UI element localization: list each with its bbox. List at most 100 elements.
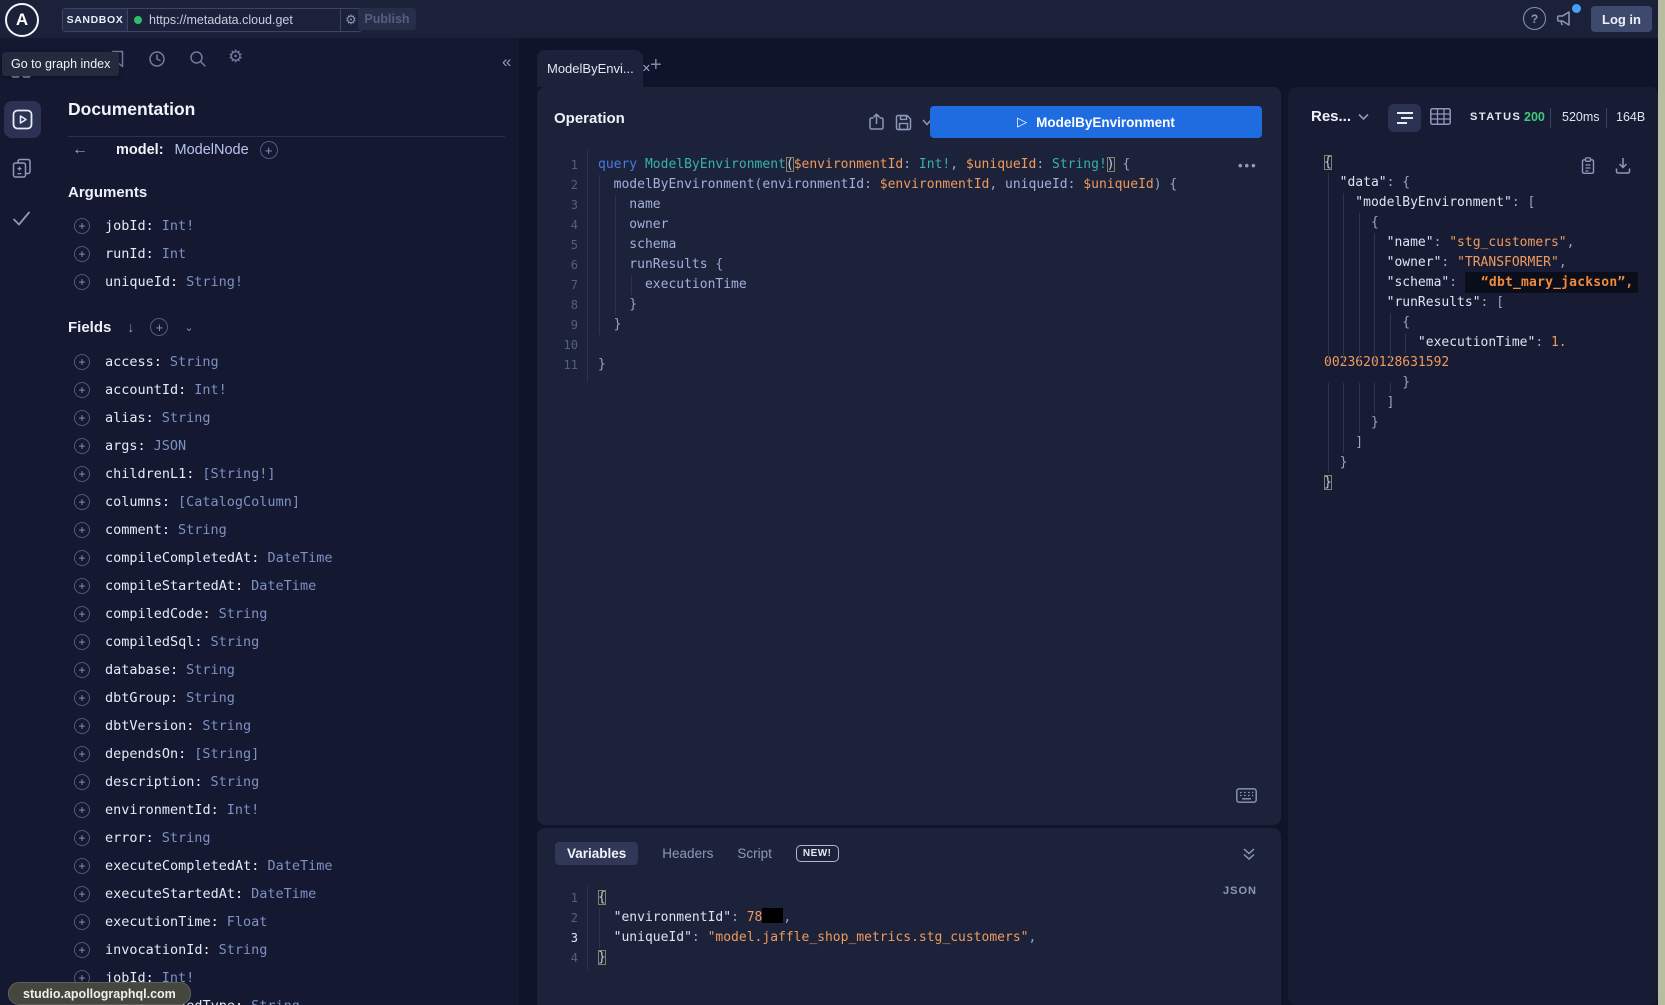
- field-name[interactable]: environmentId:: [105, 802, 219, 818]
- field-type[interactable]: Int!: [227, 802, 260, 818]
- add-field-icon[interactable]: +: [74, 494, 90, 510]
- field-name[interactable]: jobId:: [105, 218, 154, 234]
- add-field-icon[interactable]: +: [74, 218, 90, 234]
- field-name[interactable]: compileStartedAt:: [105, 578, 243, 594]
- field-name[interactable]: dbtVersion:: [105, 718, 194, 734]
- doc-field-row[interactable]: + executeStartedAt: DateTime: [74, 880, 332, 908]
- operation-tab-active[interactable]: ModelByEnvi... ✕: [537, 50, 643, 87]
- back-arrow-icon[interactable]: ←: [72, 141, 88, 159]
- run-operation-button[interactable]: ▷ ModelByEnvironment: [930, 106, 1262, 138]
- doc-field-row[interactable]: + compileCompletedAt: DateTime: [74, 544, 332, 572]
- announcements-button[interactable]: [1555, 9, 1575, 28]
- field-name[interactable]: compileCompletedAt:: [105, 550, 259, 566]
- login-button[interactable]: Log in: [1591, 6, 1652, 32]
- response-panel-title[interactable]: Res...: [1311, 108, 1351, 125]
- add-field-icon[interactable]: +: [74, 578, 90, 594]
- chevron-down-icon[interactable]: ⌄: [184, 321, 193, 334]
- collapse-sidebar-icon[interactable]: «: [502, 52, 511, 72]
- add-field-icon[interactable]: +: [74, 354, 90, 370]
- doc-field-row[interactable]: + accountId: Int!: [74, 376, 332, 404]
- add-field-icon[interactable]: +: [74, 522, 90, 538]
- operation-editor[interactable]: 1query ModelByEnvironment($environmentId…: [540, 155, 1240, 375]
- field-type[interactable]: Int!: [162, 218, 195, 234]
- field-type[interactable]: DateTime: [267, 550, 332, 566]
- save-icon[interactable]: [895, 114, 912, 131]
- table-view-toggle[interactable]: [1430, 108, 1451, 125]
- add-field-icon[interactable]: +: [74, 886, 90, 902]
- field-name[interactable]: dependsOn:: [105, 746, 186, 762]
- add-field-icon[interactable]: +: [74, 550, 90, 566]
- doc-field-row[interactable]: + database: String: [74, 656, 332, 684]
- field-name[interactable]: accountId:: [105, 382, 186, 398]
- field-name[interactable]: args:: [105, 438, 146, 454]
- field-name[interactable]: executeStartedAt:: [105, 886, 243, 902]
- field-type[interactable]: [String]: [194, 746, 259, 762]
- field-type[interactable]: String: [162, 410, 211, 426]
- rail-item-explorer-selected[interactable]: [4, 101, 41, 138]
- tab-variables[interactable]: Variables: [555, 842, 638, 865]
- field-name[interactable]: executeCompletedAt:: [105, 858, 259, 874]
- sort-fields-icon[interactable]: ↓: [127, 319, 134, 335]
- doc-field-row[interactable]: + jobId: Int!: [74, 212, 243, 240]
- add-field-icon[interactable]: +: [74, 662, 90, 678]
- doc-field-row[interactable]: + runId: Int: [74, 240, 243, 268]
- share-icon[interactable]: [868, 113, 885, 131]
- add-field-icon[interactable]: +: [74, 830, 90, 846]
- tree-view-toggle-selected[interactable]: [1388, 104, 1421, 132]
- selected-field-type[interactable]: ModelNode: [175, 142, 249, 158]
- add-field-icon[interactable]: +: [74, 438, 90, 454]
- doc-field-row[interactable]: + executeCompletedAt: DateTime: [74, 852, 332, 880]
- help-button[interactable]: ?: [1523, 7, 1546, 30]
- field-type[interactable]: String: [219, 606, 268, 622]
- field-type[interactable]: String: [211, 634, 260, 650]
- response-dropdown-chevron-icon[interactable]: [1358, 113, 1369, 121]
- collapse-panel-button[interactable]: [1242, 847, 1256, 861]
- field-type[interactable]: Float: [227, 914, 268, 930]
- add-field-icon[interactable]: +: [74, 274, 90, 290]
- field-type[interactable]: Int: [162, 246, 186, 262]
- variables-editor[interactable]: 1{2 "environmentId": 78,3 "uniqueId": "m…: [540, 888, 1240, 968]
- rail-item-checks[interactable]: [12, 209, 31, 228]
- field-type[interactable]: String: [178, 522, 227, 538]
- add-field-icon[interactable]: +: [74, 246, 90, 262]
- field-type[interactable]: DateTime: [267, 858, 332, 874]
- doc-field-row[interactable]: + dependsOn: [String]: [74, 740, 332, 768]
- doc-field-row[interactable]: +access:String: [74, 348, 332, 376]
- doc-field-row[interactable]: +compiledSql:String: [74, 628, 332, 656]
- field-name[interactable]: database:: [105, 662, 178, 678]
- field-name[interactable]: compiledCode:: [105, 606, 211, 622]
- add-field-icon[interactable]: +: [74, 774, 90, 790]
- endpoint-url-input[interactable]: https://metadata.cloud.get: [128, 9, 340, 31]
- doc-field-row[interactable]: +alias:String: [74, 404, 332, 432]
- doc-field-row[interactable]: +executionTime:Float: [74, 908, 332, 936]
- field-name[interactable]: runId:: [105, 246, 154, 262]
- field-type[interactable]: DateTime: [251, 886, 316, 902]
- field-type[interactable]: String: [162, 830, 211, 846]
- doc-field-row[interactable]: +columns:[CatalogColumn]: [74, 488, 332, 516]
- field-type[interactable]: Int!: [194, 382, 227, 398]
- add-field-icon[interactable]: +: [74, 858, 90, 874]
- add-field-icon[interactable]: +: [74, 606, 90, 622]
- tab-script[interactable]: Script: [737, 846, 772, 861]
- add-field-icon[interactable]: +: [74, 382, 90, 398]
- history-button[interactable]: [148, 50, 166, 68]
- field-name[interactable]: invocationId:: [105, 942, 211, 958]
- settings-button[interactable]: ⚙: [228, 47, 243, 67]
- doc-field-row[interactable]: +environmentId:Int!: [74, 796, 332, 824]
- doc-field-row[interactable]: +invocationId:String: [74, 936, 332, 964]
- doc-field-row[interactable]: +childrenL1:[String!]: [74, 460, 332, 488]
- add-field-icon[interactable]: +: [74, 410, 90, 426]
- field-type[interactable]: String: [170, 354, 219, 370]
- field-name[interactable]: comment:: [105, 522, 170, 538]
- field-name[interactable]: compiledSql:: [105, 634, 203, 650]
- field-type[interactable]: String: [202, 718, 251, 734]
- field-type[interactable]: String: [219, 942, 268, 958]
- field-type[interactable]: String: [186, 662, 235, 678]
- add-field-icon[interactable]: +: [74, 718, 90, 734]
- field-name[interactable]: childrenL1:: [105, 466, 194, 482]
- field-name[interactable]: dbtGroup:: [105, 690, 178, 706]
- field-type[interactable]: String: [211, 774, 260, 790]
- add-field-icon[interactable]: +: [74, 746, 90, 762]
- field-name[interactable]: executionTime:: [105, 914, 219, 930]
- field-name[interactable]: description:: [105, 774, 203, 790]
